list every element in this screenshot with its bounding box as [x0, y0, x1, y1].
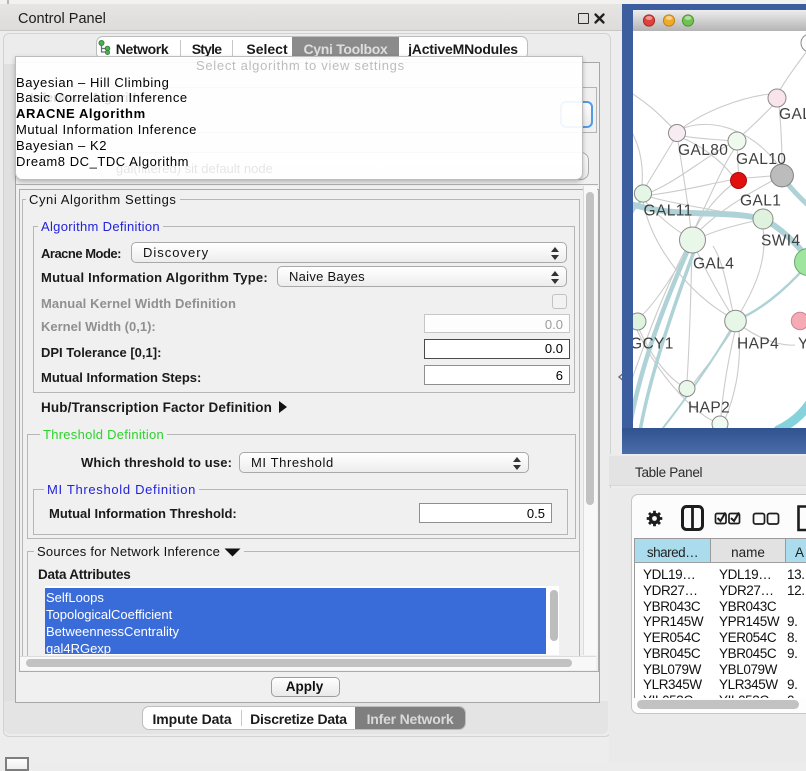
svg-text:GAL11: GAL11 [644, 203, 693, 220]
svg-text:GAL80: GAL80 [678, 142, 728, 159]
svg-text:HAP2: HAP2 [688, 400, 730, 417]
svg-text:GCY1: GCY1 [633, 336, 674, 353]
svg-text:GAL7: GAL7 [779, 106, 806, 123]
svg-text:YJ: YJ [798, 336, 806, 353]
svg-text:GAL1: GAL1 [740, 193, 781, 210]
svg-text:SWI4: SWI4 [761, 233, 801, 250]
svg-text:GAL10: GAL10 [736, 151, 786, 168]
svg-text:HAP4: HAP4 [737, 336, 779, 353]
svg-text:GAL4: GAL4 [693, 256, 734, 273]
